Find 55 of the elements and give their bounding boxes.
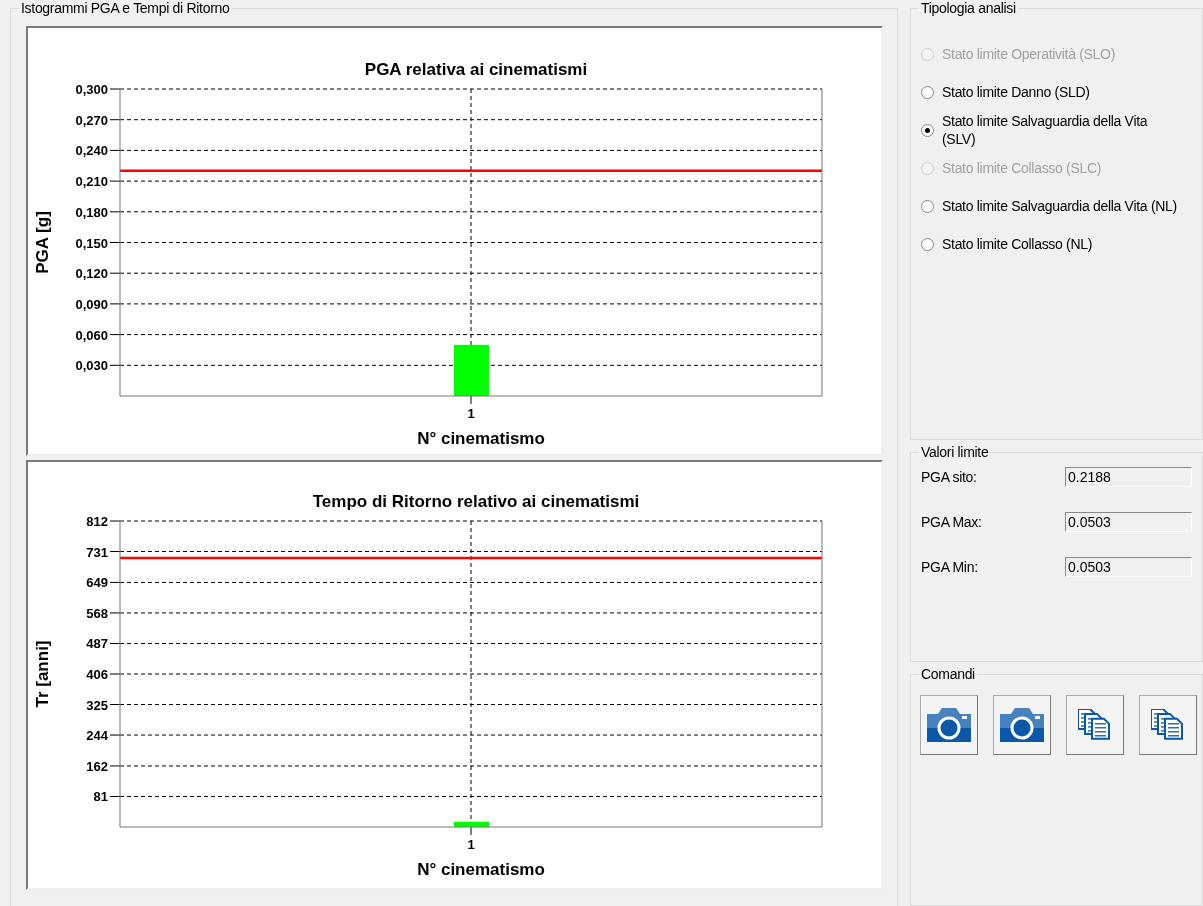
tick-label: 325 — [86, 697, 108, 713]
camera-button[interactable] — [993, 695, 1051, 756]
radio-option[interactable]: Stato limite Danno (SLD) — [921, 73, 1198, 111]
value-field[interactable]: 0.0503 — [1065, 511, 1192, 532]
value-field[interactable]: 0.2188 — [1065, 466, 1192, 487]
radio-button[interactable] — [921, 199, 934, 213]
tick-label: 0,180 — [75, 204, 108, 220]
radio-button[interactable] — [921, 85, 934, 99]
tick-label: 487 — [86, 636, 108, 652]
x-axis-label: N° cinematismo — [417, 429, 545, 448]
tick-label: 1 — [467, 837, 475, 852]
group-title: Istogrammi PGA e Tempi di Ritorno — [19, 0, 232, 16]
radio-option[interactable]: Stato limite Salvaguardia della Vita (SLV) — [921, 111, 1198, 149]
radio-button[interactable] — [921, 123, 934, 137]
copy-icon — [1078, 709, 1112, 742]
tick-label: 0,300 — [75, 82, 108, 97]
chart-title: PGA relativa ai cinematismi — [364, 60, 588, 79]
group-title: Valori limite — [919, 443, 991, 460]
group-title: Tipologia analisi — [919, 0, 1018, 16]
y-axis-label: Tr [anni] — [33, 640, 52, 708]
x-axis-label: N° cinematismo — [417, 860, 545, 879]
tick-label: 0,150 — [75, 235, 108, 251]
camera-icon — [925, 706, 973, 745]
copy-button[interactable] — [1139, 695, 1197, 756]
camera-icon — [998, 706, 1046, 745]
copy-button[interactable] — [1066, 695, 1124, 756]
tick-label: 731 — [86, 544, 108, 560]
tick-label: 568 — [86, 605, 108, 621]
tick-label: 162 — [86, 758, 108, 774]
tick-label: 0,090 — [75, 296, 108, 312]
tick-label: 812 — [86, 514, 108, 529]
value-field[interactable]: 0.0503 — [1065, 556, 1192, 577]
tick-label: 0,240 — [75, 143, 108, 159]
tick-label: 406 — [86, 667, 108, 682]
tick-label: 0,060 — [75, 327, 108, 343]
tick-label: 0,210 — [75, 174, 108, 190]
copy-icon — [1151, 709, 1185, 742]
tick-label: 1 — [467, 406, 475, 421]
field-label: PGA Max: — [921, 513, 982, 530]
radio-option[interactable]: Stato limite Salvaguardia della Vita (NL) — [921, 187, 1198, 225]
radio-button[interactable] — [921, 237, 934, 251]
field-label: PGA Min: — [921, 558, 978, 575]
tick-label: 81 — [93, 789, 108, 805]
chart-title: Tempo di Ritorno relativo ai cinematismi — [312, 492, 640, 511]
camera-button[interactable] — [920, 695, 978, 756]
tick-label: 649 — [86, 575, 108, 591]
radio-option[interactable]: Stato limite Collasso (NL) — [921, 225, 1198, 263]
field-label: PGA sito: — [921, 468, 977, 485]
bar — [454, 821, 489, 827]
tick-label: 0,030 — [75, 358, 108, 374]
bar — [454, 344, 489, 396]
tick-label: 0,120 — [75, 266, 108, 282]
tick-label: 244 — [86, 728, 108, 744]
tick-label: 0,270 — [75, 112, 108, 128]
y-axis-label: PGA [g] — [33, 211, 52, 274]
